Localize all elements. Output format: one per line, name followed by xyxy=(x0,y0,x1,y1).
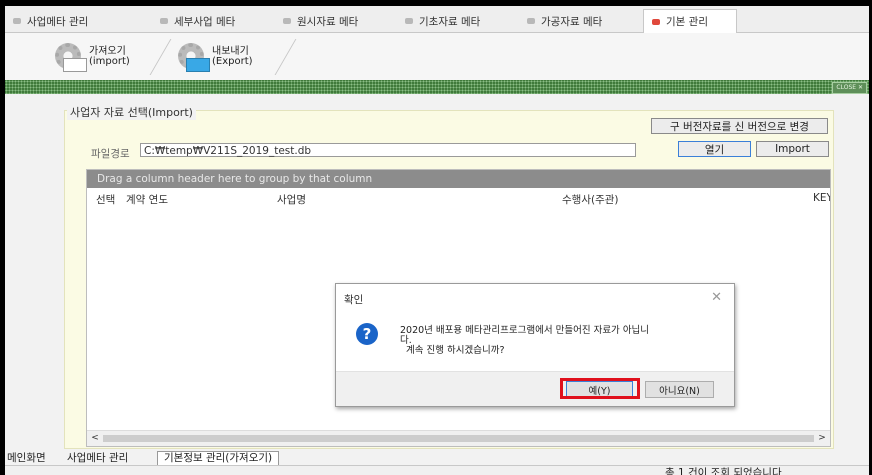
dialog-close-icon[interactable]: ✕ xyxy=(711,290,722,305)
status-bar: 총 1 건이 조회 되었습니다 xyxy=(5,465,869,475)
bottom-tab-main[interactable]: 메인화면 xyxy=(7,452,46,464)
convert-version-button[interactable]: 구 버전자료를 신 버전으로 변경 xyxy=(651,118,828,134)
file-path-input[interactable]: C:₩temp₩V211S_2019_test.db xyxy=(140,143,636,157)
column-header-project-name[interactable]: 사업명 xyxy=(277,192,306,207)
tab-label: 기초자료 메타 xyxy=(419,15,481,28)
scrollbar-track[interactable] xyxy=(103,435,814,442)
tab-dot-icon xyxy=(283,18,291,24)
top-tab-bar: 사업메타 관리 세부사업 메타 원시자료 메타 기초자료 메타 가공자료 메타 … xyxy=(5,6,869,33)
import-sublabel: (import) xyxy=(89,56,130,67)
scroll-left-arrow-icon[interactable]: < xyxy=(88,432,102,445)
import-tool-button[interactable]: 가져오기 (import) xyxy=(49,41,130,73)
tab-label: 원시자료 메타 xyxy=(297,15,359,28)
bottom-tab-bar: 메인화면 사업메타 관리 기본정보 관리(가져오기) xyxy=(5,451,869,465)
tab-basic-meta[interactable]: 기초자료 메타 xyxy=(405,10,480,32)
scroll-right-arrow-icon[interactable]: > xyxy=(815,432,829,445)
export-sublabel: (Export) xyxy=(212,56,253,67)
tab-dot-icon xyxy=(405,18,413,24)
group-by-hint[interactable]: Drag a column header here to group by th… xyxy=(87,170,830,188)
status-text: 총 1 건이 조회 되었습니다 xyxy=(665,467,782,475)
toolbar: 가져오기 (import) 내보내기 (Export) xyxy=(5,33,869,80)
question-icon: ? xyxy=(356,323,378,345)
column-header-select[interactable]: 선택 xyxy=(96,192,115,207)
tab-business-meta[interactable]: 사업메타 관리 xyxy=(13,10,88,32)
column-header-contractor[interactable]: 수행사(주관) xyxy=(562,192,619,207)
tab-label: 세부사업 메타 xyxy=(174,15,236,28)
column-header-contract-year[interactable]: 계약 연도 xyxy=(126,192,168,207)
import-button[interactable]: Import xyxy=(756,141,829,157)
tab-dot-icon xyxy=(652,18,660,25)
bottom-tab-business-meta[interactable]: 사업메타 관리 xyxy=(67,452,128,464)
bottom-tab-basic-info[interactable]: 기본정보 관리(가져오기) xyxy=(157,451,280,465)
tab-dot-icon xyxy=(13,18,21,24)
dialog-message: 2020년 배포용 메타관리프로그램에서 만들어진 자료가 아닙니 다. 계속 … xyxy=(400,326,720,356)
tab-processed-meta[interactable]: 가공자료 메타 xyxy=(527,10,602,32)
no-button[interactable]: 아니요(N) xyxy=(645,381,714,398)
app-window: 사업메타 관리 세부사업 메타 원시자료 메타 기초자료 메타 가공자료 메타 … xyxy=(5,6,869,475)
horizontal-scrollbar[interactable]: < > xyxy=(87,430,830,446)
toolbar-separator xyxy=(149,39,172,75)
dialog-message-line: 계속 진행 하시겠습니까? xyxy=(406,345,505,356)
export-gear-icon xyxy=(172,41,212,73)
confirm-dialog: 확인 ✕ ? 2020년 배포용 메타관리프로그램에서 만들어진 자료가 아닙니… xyxy=(335,283,735,407)
tab-dot-icon xyxy=(160,18,168,24)
highlight-box xyxy=(560,378,640,399)
panel-title: 사업자 자료 선택(Import) xyxy=(67,104,196,120)
tab-label: 사업메타 관리 xyxy=(27,15,89,28)
close-button[interactable]: CLOSE ✕ xyxy=(832,82,867,94)
tab-detail-meta[interactable]: 세부사업 메타 xyxy=(160,10,235,32)
dialog-footer: 예(Y) 아니요(N) xyxy=(336,371,734,406)
dialog-message-line: 2020년 배포용 메타관리프로그램에서 만들어진 자료가 아닙니 xyxy=(400,325,650,336)
tab-raw-meta[interactable]: 원시자료 메타 xyxy=(283,10,358,32)
tab-label: 기본 관리 xyxy=(666,16,708,28)
column-header-key[interactable]: KEY xyxy=(813,192,830,204)
file-path-label: 파일경로 xyxy=(91,148,130,160)
tab-label: 가공자료 메타 xyxy=(541,15,603,28)
tab-basic-management[interactable]: 기본 관리 xyxy=(643,9,737,33)
dialog-title: 확인 xyxy=(344,294,364,306)
section-header-bar: CLOSE ✕ xyxy=(5,80,869,94)
import-gear-icon xyxy=(49,41,89,73)
tab-dot-icon xyxy=(527,18,535,24)
toolbar-separator xyxy=(274,39,297,75)
export-tool-button[interactable]: 내보내기 (Export) xyxy=(172,41,253,73)
open-button[interactable]: 열기 xyxy=(678,141,751,157)
